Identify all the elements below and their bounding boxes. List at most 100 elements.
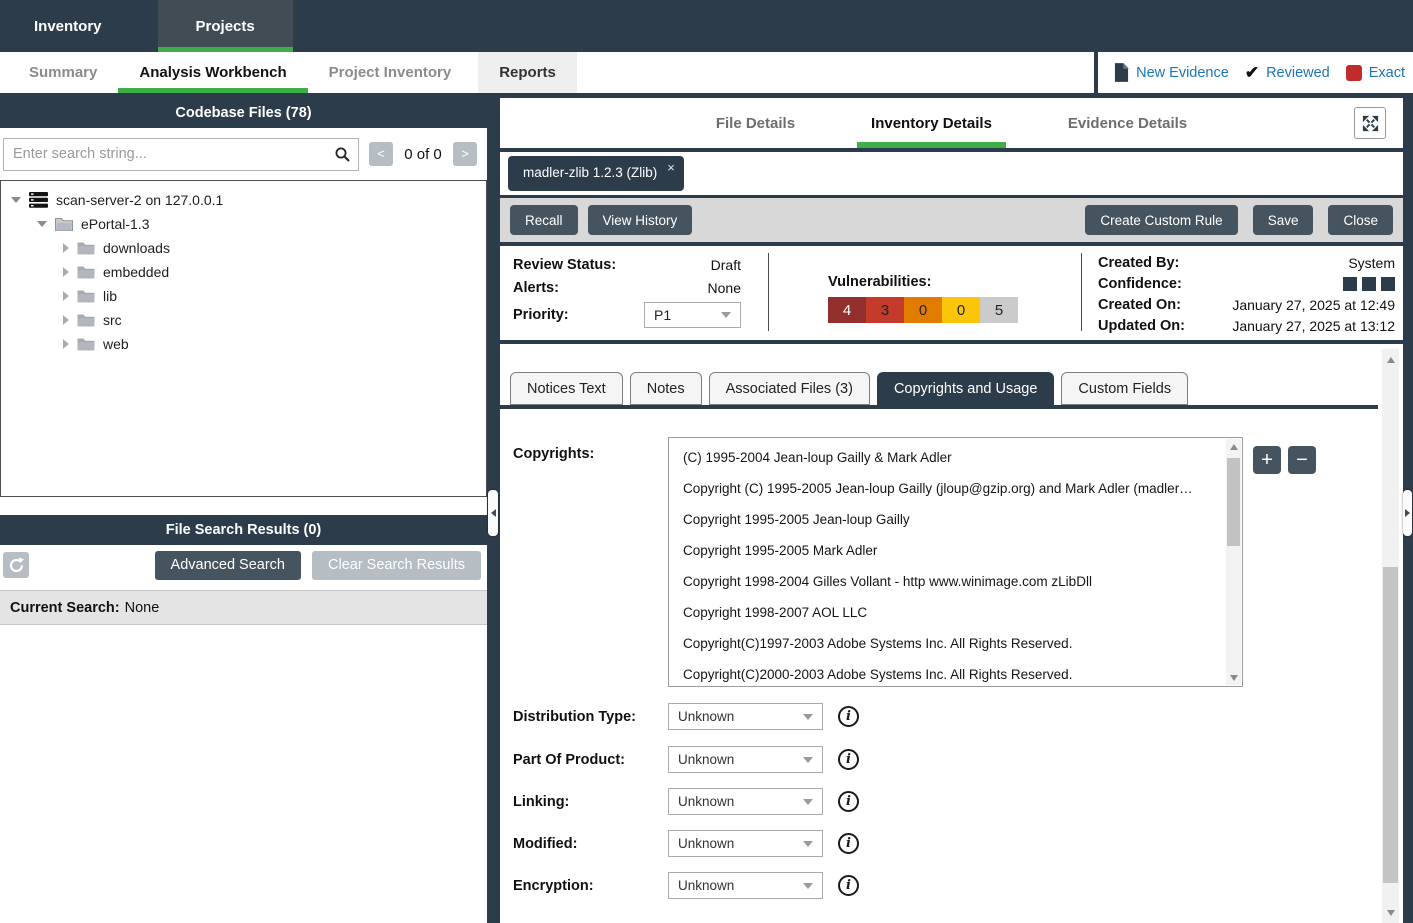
info-icon[interactable]: i: [838, 791, 859, 812]
copyrights-scrollbar[interactable]: [1226, 439, 1241, 685]
scroll-down-button[interactable]: [1382, 904, 1399, 921]
tab-summary[interactable]: Summary: [8, 52, 118, 93]
topnav-tab-projects[interactable]: Projects: [158, 0, 293, 52]
caret-right-icon[interactable]: [63, 267, 69, 277]
caret-down-icon[interactable]: [11, 197, 21, 203]
search-icon[interactable]: [334, 146, 351, 168]
inventory-item-chip[interactable]: madler-zlib 1.2.3 (Zlib) ×: [508, 156, 684, 191]
part-of-product-select[interactable]: Unknown: [668, 746, 823, 773]
subtab-notes[interactable]: Notes: [630, 372, 702, 405]
vulnerabilities-column: Vulnerabilities: 4 3 0 0 5: [828, 273, 1018, 323]
info-icon[interactable]: i: [838, 706, 859, 727]
tab-file-details[interactable]: File Details: [716, 98, 795, 148]
tab-evidence-details[interactable]: Evidence Details: [1068, 98, 1187, 148]
info-icon[interactable]: i: [838, 749, 859, 770]
tree-item-embedded[interactable]: embedded: [1, 260, 486, 284]
expand-right-panel-handle[interactable]: [1403, 490, 1412, 536]
vuln-medium-count[interactable]: 0: [904, 297, 942, 323]
scrollbar-thumb[interactable]: [1383, 567, 1398, 883]
caret-down-icon[interactable]: [37, 221, 47, 227]
copyright-list-item[interactable]: Copyright (C) 1995-2005 Jean-loup Gailly…: [669, 473, 1242, 504]
caret-right-icon[interactable]: [63, 291, 69, 301]
details-scrollbar[interactable]: [1382, 349, 1399, 923]
copyright-list-item[interactable]: Copyright 1995-2005 Mark Adler: [669, 535, 1242, 566]
tree-item-scan-server[interactable]: scan-server-2 on 127.0.0.1: [1, 188, 486, 212]
vuln-critical-count[interactable]: 4: [828, 297, 866, 323]
confidence-square-icon: [1343, 277, 1357, 291]
tree-item-label: ePortal-1.3: [81, 216, 149, 232]
subtab-custom-fields[interactable]: Custom Fields: [1061, 372, 1188, 405]
create-custom-rule-button[interactable]: Create Custom Rule: [1085, 205, 1237, 235]
tree-item-lib[interactable]: lib: [1, 284, 486, 308]
copyright-list-item[interactable]: Copyright 1998-2007 AOL LLC: [669, 597, 1242, 628]
vuln-none-count[interactable]: 5: [980, 297, 1018, 323]
search-input[interactable]: [3, 138, 359, 171]
linking-select[interactable]: Unknown: [668, 788, 823, 815]
caret-right-icon[interactable]: [63, 339, 69, 349]
copyright-list-item[interactable]: Copyright(C)1997-2003 Adobe Systems Inc.…: [669, 628, 1242, 659]
tree-item-downloads[interactable]: downloads: [1, 236, 486, 260]
copyrights-listbox[interactable]: (C) 1995-2004 Jean-loup Gailly & Mark Ad…: [668, 437, 1243, 687]
advanced-search-button[interactable]: Advanced Search: [155, 551, 301, 580]
collapse-left-panel-handle[interactable]: [488, 490, 498, 536]
subtab-notices-text[interactable]: Notices Text: [510, 372, 623, 405]
tab-project-inventory[interactable]: Project Inventory: [308, 52, 473, 93]
created-on-value: January 27, 2025 at 12:49: [1232, 297, 1395, 313]
copyright-list-item[interactable]: Copyright 1995-2005 Jean-loup Gailly: [669, 504, 1242, 535]
add-copyright-button[interactable]: +: [1253, 446, 1281, 474]
info-icon[interactable]: i: [838, 833, 859, 854]
distribution-type-select[interactable]: Unknown: [668, 703, 823, 730]
tree-item-label: src: [103, 312, 122, 328]
arrow-down-icon: [1387, 910, 1395, 916]
tree-item-src[interactable]: src: [1, 308, 486, 332]
right-splitter[interactable]: [1403, 98, 1413, 923]
topnav-tab-inventory[interactable]: Inventory: [8, 0, 128, 52]
vuln-low-count[interactable]: 0: [942, 297, 980, 323]
save-button[interactable]: Save: [1253, 205, 1314, 235]
vuln-high-count[interactable]: 3: [866, 297, 904, 323]
vulnerability-severity-bar[interactable]: 4 3 0 0 5: [828, 297, 1018, 323]
search-next-button[interactable]: >: [453, 142, 477, 166]
tree-item-web[interactable]: web: [1, 332, 486, 356]
scroll-down-button[interactable]: [1226, 670, 1241, 685]
caret-right-icon[interactable]: [63, 243, 69, 253]
encryption-select[interactable]: Unknown: [668, 872, 823, 899]
view-history-button[interactable]: View History: [588, 205, 693, 235]
info-icon[interactable]: i: [838, 875, 859, 896]
folder-icon: [77, 337, 95, 351]
search-prev-button[interactable]: <: [369, 142, 393, 166]
recall-button[interactable]: Recall: [510, 205, 578, 235]
remove-copyright-button[interactable]: −: [1288, 446, 1316, 474]
tree-item-label: web: [103, 336, 129, 352]
close-button[interactable]: Close: [1328, 205, 1393, 235]
subtab-copyrights-and-usage[interactable]: Copyrights and Usage: [877, 372, 1054, 405]
distribution-type-label: Distribution Type:: [513, 709, 668, 725]
copyright-list-item[interactable]: (C) 1995-2004 Jean-loup Gailly & Mark Ad…: [669, 442, 1242, 473]
tab-reports[interactable]: Reports: [478, 52, 577, 93]
tab-analysis-workbench[interactable]: Analysis Workbench: [118, 52, 307, 93]
subtab-associated-files[interactable]: Associated Files (3): [709, 372, 870, 405]
left-splitter[interactable]: [487, 98, 500, 923]
scroll-up-button[interactable]: [1226, 439, 1241, 454]
updated-on-row: Updated On: January 27, 2025 at 13:12: [1098, 317, 1395, 334]
caret-right-icon[interactable]: [63, 315, 69, 325]
expand-panel-button[interactable]: [1354, 107, 1386, 139]
tree-item-eportal[interactable]: ePortal-1.3: [1, 212, 486, 236]
copyright-list-item[interactable]: Copyright 1998-2004 Gilles Vollant - htt…: [669, 566, 1242, 597]
modified-select[interactable]: Unknown: [668, 830, 823, 857]
collapse-left-icon: [491, 509, 496, 517]
part-of-product-row: Part Of Product: Unknown i: [513, 746, 859, 773]
search-result-counter: 0 of 0: [393, 146, 453, 163]
copyright-list-item[interactable]: Copyright(C)2000-2003 Adobe Systems Inc.…: [669, 659, 1242, 687]
scroll-up-button[interactable]: [1382, 351, 1399, 368]
scrollbar-thumb[interactable]: [1227, 458, 1240, 546]
legend-reviewed: ✔ Reviewed: [1245, 63, 1330, 83]
confidence-label: Confidence:: [1098, 276, 1182, 292]
close-chip-icon[interactable]: ×: [667, 160, 675, 175]
priority-select[interactable]: P1: [644, 302, 741, 328]
priority-label: Priority:: [513, 307, 569, 323]
fullscreen-expand-icon: [1361, 114, 1380, 133]
refresh-button[interactable]: [3, 552, 29, 578]
clear-search-results-button[interactable]: Clear Search Results: [312, 551, 481, 580]
tab-inventory-details[interactable]: Inventory Details: [871, 98, 992, 148]
